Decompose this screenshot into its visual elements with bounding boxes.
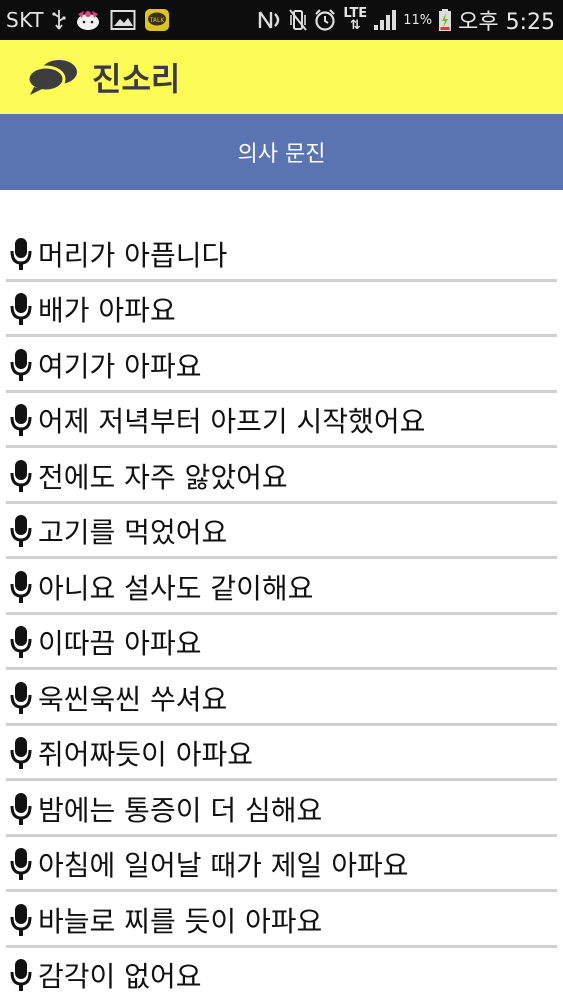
- app-title: 진소리: [92, 54, 180, 100]
- character-icon: [74, 8, 102, 32]
- list-item[interactable]: 감각이 없어요: [0, 948, 563, 1003]
- phrase-label: 고기를 먹었어요: [38, 511, 227, 551]
- list-item[interactable]: 어제 저녁부터 아프기 시작했어요: [0, 393, 563, 449]
- microphone-icon: [8, 903, 34, 937]
- microphone-icon: [8, 348, 34, 382]
- status-bar: SKT TALK LTE ⇅ 11%: [0, 0, 563, 40]
- section-tab-bar: 의사 문진: [0, 114, 563, 190]
- list-item[interactable]: 배가 아파요: [0, 282, 563, 338]
- phrase-label: 여기가 아파요: [38, 345, 201, 385]
- lte-indicator: LTE ⇅: [343, 8, 367, 32]
- phrase-label: 머리가 아픕니다: [38, 234, 227, 274]
- microphone-icon: [8, 237, 34, 271]
- signal-icon: [373, 9, 397, 31]
- carrier-label: SKT: [6, 8, 44, 32]
- phrase-label: 이따끔 아파요: [38, 622, 201, 662]
- microphone-icon: [8, 681, 34, 715]
- kakaotalk-icon: TALK: [144, 8, 170, 32]
- microphone-icon: [8, 459, 34, 493]
- clock: 오후 5:25: [458, 4, 555, 36]
- phrase-label: 어제 저녁부터 아프기 시작했어요: [38, 400, 425, 440]
- gallery-icon: [110, 9, 136, 31]
- battery-charging-icon: [438, 8, 452, 32]
- microphone-icon: [8, 736, 34, 770]
- data-arrows-icon: ⇅: [350, 18, 361, 33]
- list-item[interactable]: 여기가 아파요: [0, 337, 563, 393]
- list-item[interactable]: 밤에는 통증이 더 심해요: [0, 781, 563, 837]
- microphone-icon: [8, 792, 34, 826]
- list-item[interactable]: 바늘로 찌를 듯이 아파요: [0, 892, 563, 948]
- list-item[interactable]: 쥐어짜듯이 아파요: [0, 726, 563, 782]
- app-header: 진소리: [0, 40, 563, 114]
- microphone-icon: [8, 403, 34, 437]
- phrase-label: 아침에 일어날 때가 제일 아파요: [38, 844, 408, 884]
- svg-text:TALK: TALK: [149, 17, 166, 24]
- microphone-icon: [8, 514, 34, 548]
- tab-doctor-interview[interactable]: 의사 문진: [238, 136, 326, 168]
- microphone-icon: [8, 958, 34, 992]
- chat-bubbles-icon: [26, 57, 80, 101]
- list-item[interactable]: 욱씬욱씬 쑤셔요: [0, 670, 563, 726]
- alarm-icon: [313, 8, 337, 32]
- list-item[interactable]: 아침에 일어날 때가 제일 아파요: [0, 837, 563, 893]
- nfc-icon: [257, 9, 283, 31]
- list-item[interactable]: 머리가 아픕니다: [0, 226, 563, 282]
- phrase-label: 밤에는 통증이 더 심해요: [38, 789, 322, 829]
- list-item[interactable]: 아니요 설사도 같이해요: [0, 559, 563, 615]
- phrase-label: 배가 아파요: [38, 289, 176, 329]
- microphone-icon: [8, 625, 34, 659]
- battery-percent: 11%: [403, 13, 432, 28]
- phrase-label: 전에도 자주 앓았어요: [38, 456, 288, 496]
- phrase-label: 감각이 없어요: [38, 955, 201, 995]
- microphone-icon: [8, 570, 34, 604]
- phrase-label: 쥐어짜듯이 아파요: [38, 733, 253, 773]
- phrase-label: 아니요 설사도 같이해요: [38, 567, 313, 607]
- vibrate-mute-icon: [289, 8, 307, 32]
- microphone-icon: [8, 292, 34, 326]
- phrase-list: 머리가 아픕니다배가 아파요여기가 아파요어제 저녁부터 아프기 시작했어요전에…: [0, 226, 563, 1003]
- phrase-label: 욱씬욱씬 쑤셔요: [38, 678, 227, 718]
- microphone-icon: [8, 847, 34, 881]
- list-item[interactable]: 고기를 먹었어요: [0, 504, 563, 560]
- usb-icon: [52, 9, 66, 31]
- list-item[interactable]: 전에도 자주 앓았어요: [0, 448, 563, 504]
- list-item[interactable]: 이따끔 아파요: [0, 615, 563, 671]
- phrase-label: 바늘로 찌를 듯이 아파요: [38, 900, 322, 940]
